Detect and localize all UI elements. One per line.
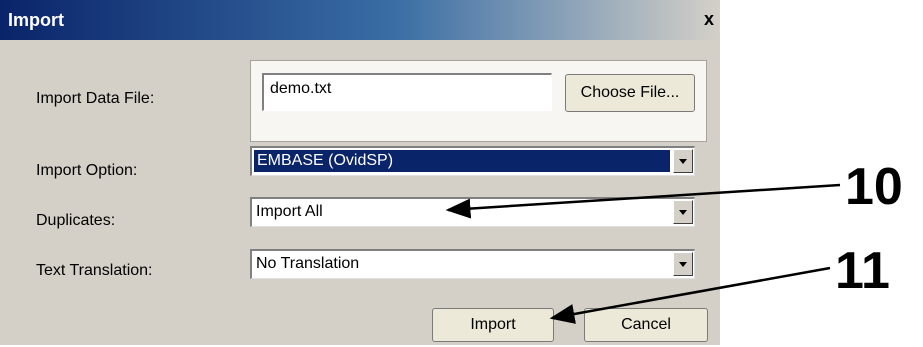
arrow-to-import-button [549,266,831,324]
arrow-to-duplicates [445,183,841,219]
annotation-arrows [445,183,841,324]
callout-number-10: 10 [845,158,903,216]
callout-number-11: 11 [835,242,890,300]
